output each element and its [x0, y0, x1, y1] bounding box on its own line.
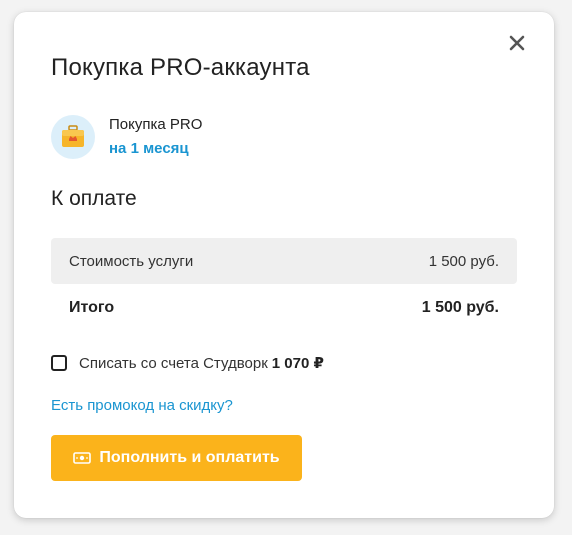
cost-label: Стоимость услуги	[69, 252, 194, 270]
total-label: Итого	[69, 299, 115, 316]
product-info: Покупка PRO на 1 месяц	[51, 115, 202, 159]
total-row: Итого 1 500 руб.	[51, 285, 517, 331]
purchase-dialog: Покупка PRO-аккаунта Покупка PRO на 1 ме…	[14, 12, 554, 518]
balance-option: Списать со счета Студворк 1 070 ₽	[51, 354, 324, 372]
close-icon[interactable]	[506, 32, 528, 54]
promo-code-link[interactable]: Есть промокод на скидку?	[51, 397, 233, 414]
payment-heading: К оплате	[51, 187, 137, 210]
balance-label: Списать со счета Студворк	[79, 354, 268, 372]
balance-checkbox[interactable]	[51, 355, 67, 371]
cost-value: 1 500 руб.	[428, 252, 499, 270]
balance-amount: 1 070 ₽	[271, 355, 324, 372]
pay-button-label: Пополнить и оплатить	[99, 449, 280, 466]
product-name: Покупка PRO	[109, 116, 203, 133]
dialog-title: Покупка PRO-аккаунта	[51, 54, 310, 81]
total-value: 1 500 руб.	[421, 299, 499, 316]
cost-row: Стоимость услуги 1 500 руб.	[51, 238, 517, 284]
product-period: на 1 месяц	[109, 140, 189, 157]
cash-icon	[73, 452, 92, 464]
top-up-and-pay-button[interactable]: Пополнить и оплатить	[51, 435, 302, 481]
briefcase-crown-icon	[51, 115, 95, 159]
